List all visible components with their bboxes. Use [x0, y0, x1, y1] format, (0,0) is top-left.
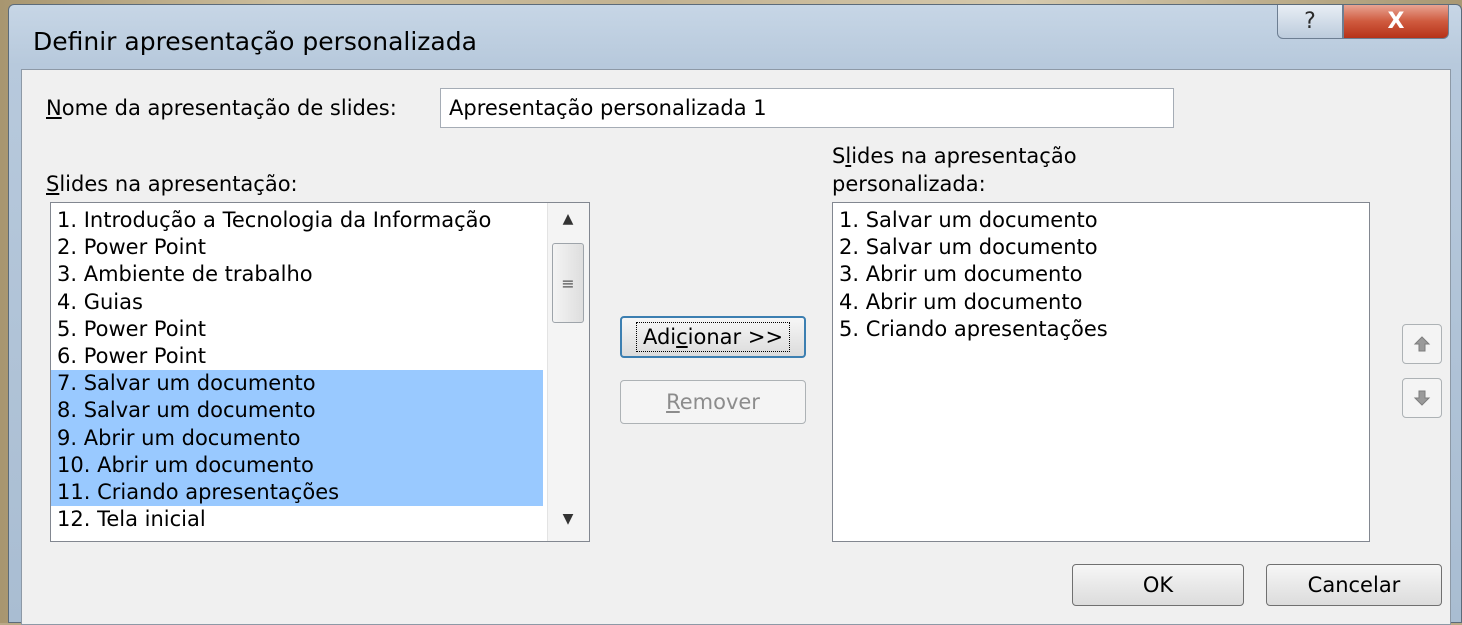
- slide-list-item[interactable]: 1. Introdução a Tecnologia da Informação: [51, 207, 543, 234]
- dialog-client-area: Nome da apresentação de slides: Apresent…: [21, 69, 1451, 625]
- custom-slide-list-item[interactable]: 1. Salvar um documento: [833, 207, 1369, 234]
- slide-list-item[interactable]: 11. Criando apresentações: [51, 478, 543, 507]
- ok-button[interactable]: OK: [1072, 564, 1244, 606]
- custom-show-slides-label-line2: personalizada:: [832, 172, 986, 196]
- remove-label-rest: emover: [679, 390, 760, 414]
- slides-in-presentation-list[interactable]: 1. Introdução a Tecnologia da Informação…: [50, 202, 590, 542]
- slide-list-item[interactable]: 6. Power Point: [51, 343, 543, 370]
- move-up-button[interactable]: [1402, 324, 1442, 364]
- vertical-scrollbar[interactable]: ▲ ≡ ▼: [547, 203, 589, 541]
- add-button-label: Adicionar >>: [635, 322, 791, 352]
- scroll-up-arrow-icon[interactable]: ▲: [548, 211, 588, 227]
- title-bar[interactable]: Definir apresentação personalizada ? X: [9, 5, 1461, 69]
- slides-label-text: lides na apresentação:: [59, 172, 298, 196]
- add-label-mnemonic: c: [676, 325, 688, 349]
- slides-label-mnemonic: S: [46, 172, 60, 196]
- slide-list-item[interactable]: 10. Abrir um documento: [51, 451, 543, 479]
- custom-slide-list-item[interactable]: 2. Salvar um documento: [833, 234, 1369, 261]
- add-label-post: ionar >>: [687, 325, 784, 349]
- custom-show-slides-list[interactable]: 1. Salvar um documento 2. Salvar um docum…: [832, 202, 1370, 542]
- help-button[interactable]: ?: [1277, 5, 1343, 39]
- close-icon: X: [1387, 9, 1405, 34]
- add-button[interactable]: Adicionar >>: [620, 316, 806, 358]
- show-name-label: Nome da apresentação de slides:: [46, 96, 397, 120]
- arrow-down-icon: [1413, 390, 1431, 406]
- custom-slide-list-item[interactable]: 3. Abrir um documento: [833, 261, 1369, 288]
- move-down-button[interactable]: [1402, 378, 1442, 418]
- remove-button-label: Remover: [666, 390, 760, 414]
- remove-button[interactable]: Remover: [620, 380, 806, 424]
- dialog-title: Definir apresentação personalizada: [33, 27, 477, 56]
- slide-list-item[interactable]: 7. Salvar um documento: [51, 370, 543, 398]
- custom-show-slides-label-line1: Slides na apresentação: [832, 144, 1077, 168]
- slides-in-presentation-label: Slides na apresentação:: [46, 172, 298, 196]
- slide-list-item[interactable]: 8. Salvar um documento: [51, 397, 543, 425]
- slide-list-item[interactable]: 3. Ambiente de trabalho: [51, 261, 543, 288]
- show-name-label-text: ome da apresentação de slides:: [61, 96, 397, 120]
- show-name-label-mnemonic: N: [46, 96, 62, 120]
- custom-label-pre: S: [832, 144, 846, 168]
- slide-list-item[interactable]: 2. Power Point: [51, 234, 543, 261]
- slide-list-item[interactable]: 4. Guias: [51, 289, 543, 316]
- scroll-thumb[interactable]: ≡: [552, 243, 584, 323]
- custom-label-post: ides na apresentação: [851, 144, 1077, 168]
- slide-list-item[interactable]: 9. Abrir um documento: [51, 424, 543, 452]
- cancel-button[interactable]: Cancelar: [1266, 564, 1442, 606]
- custom-slide-list-item[interactable]: 4. Abrir um documento: [833, 289, 1369, 316]
- slide-list-item[interactable]: 12. Tela inicial: [51, 506, 543, 533]
- slides-list-items: 1. Introdução a Tecnologia da Informação…: [51, 207, 543, 533]
- dialog-window: Definir apresentação personalizada ? X N…: [8, 4, 1462, 625]
- arrow-up-icon: [1413, 336, 1431, 352]
- scroll-grip-icon: ≡: [561, 273, 575, 293]
- help-icon: ?: [1304, 9, 1316, 34]
- remove-label-mnemonic: R: [666, 390, 680, 414]
- scroll-down-arrow-icon[interactable]: ▼: [548, 511, 588, 527]
- add-label-pre: Adi: [642, 325, 677, 349]
- slide-list-item[interactable]: 5. Power Point: [51, 316, 543, 343]
- show-name-input[interactable]: Apresentação personalizada 1: [440, 88, 1174, 128]
- custom-slide-list-item[interactable]: 5. Criando apresentações: [833, 316, 1369, 343]
- close-button[interactable]: X: [1343, 5, 1449, 39]
